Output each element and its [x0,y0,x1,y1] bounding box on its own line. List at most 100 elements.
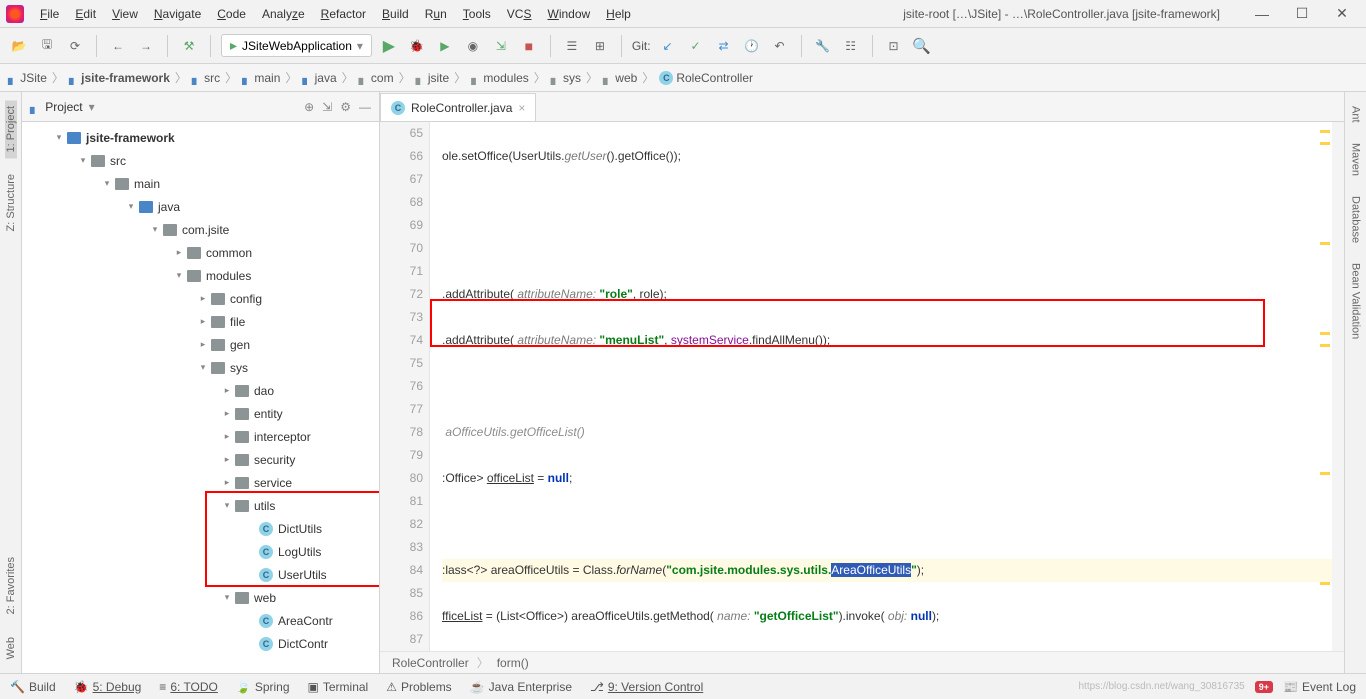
tree-root[interactable]: ▾jsite-framework [22,126,379,149]
sb-debug[interactable]: 🐞 5: Debug [74,680,142,694]
sb-eventlog[interactable]: 📰 Event Log [1283,680,1356,694]
minimize-button[interactable]: — [1244,3,1280,25]
tree-modules[interactable]: ▾modules [22,264,379,287]
open-icon[interactable]: 📂 [8,35,30,57]
menu-build[interactable]: Build [374,4,417,24]
bc-jsite[interactable]: ▖JSite [8,71,47,85]
tb-misc-icon[interactable]: ⊡ [883,35,905,57]
bc-com[interactable]: ▖com [359,71,394,85]
menu-navigate[interactable]: Navigate [146,4,209,24]
sb-vcs[interactable]: ⎇ 9: Version Control [590,680,703,694]
bc-main[interactable]: ▖main [242,71,280,85]
tree-dao[interactable]: ▸dao [22,379,379,402]
gear-icon[interactable]: ⚙ [340,100,351,114]
locate-icon[interactable]: ⊕ [304,100,314,114]
git-history-icon[interactable]: 🕐 [741,35,763,57]
tree-service[interactable]: ▸service [22,471,379,494]
bc-framework[interactable]: ▖jsite-framework [69,71,170,85]
editor-tab-rolecontroller[interactable]: C RoleController.java × [380,93,536,121]
run-config-select[interactable]: ▸ JSiteWebApplication ▾ [221,34,372,57]
tw-structure[interactable]: Z: Structure [5,168,17,237]
tree-src[interactable]: ▾src [22,149,379,172]
cb-class[interactable]: RoleController [392,656,469,670]
menu-edit[interactable]: Edit [67,4,104,24]
tw-favorites[interactable]: 2: Favorites [5,551,17,620]
save-icon[interactable]: 🖫 [36,35,58,57]
git-update-icon[interactable]: ↙ [657,35,679,57]
tree-java[interactable]: ▾java [22,195,379,218]
settings-icon[interactable]: 🔧 [812,35,834,57]
tw-maven[interactable]: Maven [1350,137,1362,182]
debug-button[interactable]: 🐞 [406,35,428,57]
gutter[interactable]: 6566676869707172737475767778798081828384… [380,122,430,651]
coverage-button[interactable]: ▶ [434,35,456,57]
refresh-icon[interactable]: ⟳ [64,35,86,57]
make-icon[interactable]: ⚒ [178,35,200,57]
forward-icon[interactable]: → [135,35,157,57]
bc-web[interactable]: ▖web [603,71,637,85]
project-dropdown-icon[interactable]: ▾ [89,100,95,114]
stop-button[interactable]: ■ [518,35,540,57]
menu-tools[interactable]: Tools [455,4,499,24]
sb-terminal[interactable]: ▣ Terminal [308,680,369,694]
sb-build[interactable]: 🔨 Build [10,680,56,694]
tree-dictutils[interactable]: CDictUtils [22,517,379,540]
menu-view[interactable]: View [104,4,146,24]
tree-interceptor[interactable]: ▸interceptor [22,425,379,448]
notification-badge[interactable]: 9+ [1255,681,1273,693]
expand-icon[interactable]: ⇲ [322,100,332,114]
tw-ant[interactable]: Ant [1350,100,1362,129]
sb-problems[interactable]: ⚠ Problems [386,680,451,694]
bc-src[interactable]: ▖src [192,71,220,85]
sb-javaee[interactable]: ☕ Java Enterprise [470,680,572,694]
close-button[interactable]: ✕ [1324,3,1360,25]
tree-web[interactable]: ▾web [22,586,379,609]
bc-file[interactable]: CRoleController [659,71,753,85]
menu-window[interactable]: Window [539,4,598,24]
tree-gen[interactable]: ▸gen [22,333,379,356]
structure-icon[interactable]: ☷ [840,35,862,57]
menu-file[interactable]: File [32,4,67,24]
tw-database[interactable]: Database [1350,190,1362,249]
bc-jsite2[interactable]: ▖jsite [416,71,450,85]
profile-button[interactable]: ◉ [462,35,484,57]
sb-spring[interactable]: 🍃 Spring [236,680,290,694]
tb-icon-b[interactable]: ⊞ [589,35,611,57]
menu-analyze[interactable]: Analyze [254,4,313,24]
tree-config[interactable]: ▸config [22,287,379,310]
tw-project[interactable]: 1: Project [5,100,17,158]
menu-help[interactable]: Help [598,4,639,24]
project-tree[interactable]: ▾jsite-framework ▾src ▾main ▾java ▾com.j… [22,122,379,673]
tree-security[interactable]: ▸security [22,448,379,471]
tb-icon-a[interactable]: ☰ [561,35,583,57]
search-icon[interactable]: 🔍 [911,35,933,57]
tree-userutils[interactable]: CUserUtils [22,563,379,586]
tree-logutils[interactable]: CLogUtils [22,540,379,563]
tree-areacontr[interactable]: CAreaContr [22,609,379,632]
back-icon[interactable]: ← [107,35,129,57]
bc-sys[interactable]: ▖sys [551,71,581,85]
maximize-button[interactable]: ☐ [1284,3,1320,25]
menu-vcs[interactable]: VCS [499,4,540,24]
cb-method[interactable]: form() [497,656,529,670]
code-editor[interactable]: ole.setOffice(UserUtils.getUser().getOff… [430,122,1344,651]
bc-java[interactable]: ▖java [302,71,336,85]
tw-bean[interactable]: Bean Validation [1350,257,1362,345]
git-compare-icon[interactable]: ⇄ [713,35,735,57]
tree-utils[interactable]: ▾utils [22,494,379,517]
close-tab-icon[interactable]: × [518,101,525,115]
menu-code[interactable]: Code [209,4,254,24]
menu-run[interactable]: Run [417,4,455,24]
tree-dictcontr[interactable]: CDictContr [22,632,379,655]
run-button[interactable]: ▶ [378,35,400,57]
tree-file[interactable]: ▸file [22,310,379,333]
hide-icon[interactable]: — [359,100,371,114]
attach-button[interactable]: ⇲ [490,35,512,57]
menu-refactor[interactable]: Refactor [313,4,374,24]
tree-sys[interactable]: ▾sys [22,356,379,379]
bc-modules[interactable]: ▖modules [471,71,529,85]
git-commit-icon[interactable]: ✓ [685,35,707,57]
tree-entity[interactable]: ▸entity [22,402,379,425]
error-stripe[interactable] [1332,122,1344,651]
tree-pkg[interactable]: ▾com.jsite [22,218,379,241]
